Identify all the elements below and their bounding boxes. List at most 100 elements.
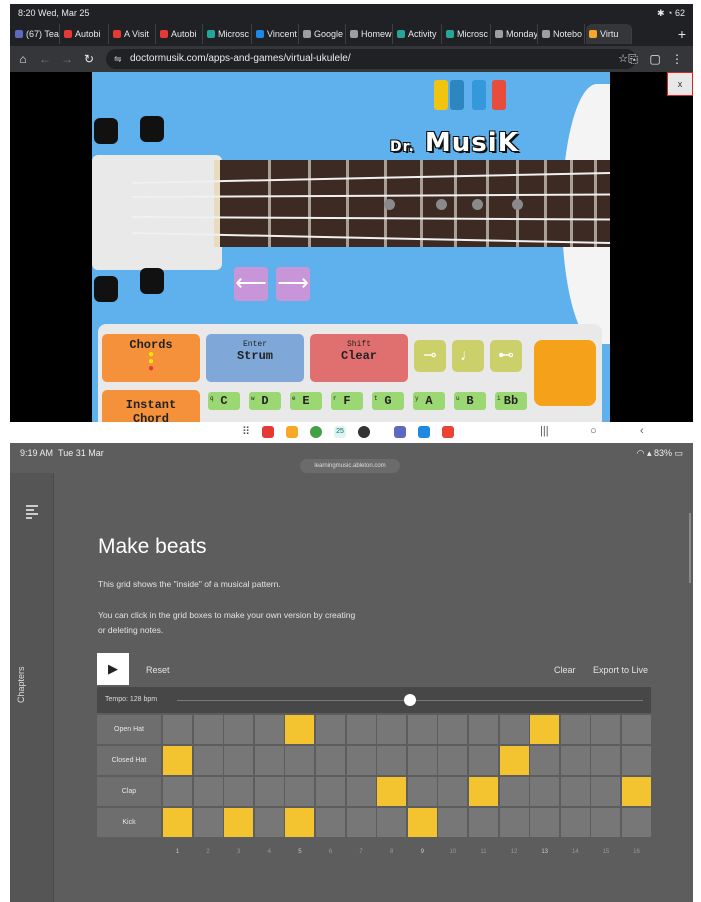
- note-key-d[interactable]: wD: [249, 392, 281, 410]
- scrollbar[interactable]: [689, 513, 691, 583]
- browser-tab[interactable]: (67) Tea: [12, 24, 60, 44]
- app-icon[interactable]: [358, 426, 370, 438]
- grid-cell[interactable]: [224, 715, 254, 744]
- instant-chord-button[interactable]: Instant Chord: [102, 390, 200, 422]
- grid-cell[interactable]: [224, 746, 254, 775]
- url-field[interactable]: ⇋ doctormusik.com/apps-and-games/virtual…: [106, 49, 636, 69]
- grid-cell[interactable]: [377, 746, 407, 775]
- grid-cell[interactable]: [499, 746, 529, 775]
- gmail-app-icon[interactable]: [442, 426, 454, 438]
- note-key-bb[interactable]: i Bb: [495, 392, 527, 410]
- grid-cell[interactable]: [193, 808, 223, 837]
- grid-cell[interactable]: [622, 777, 651, 806]
- tempo-slider-thumb[interactable]: [404, 694, 416, 706]
- grid-cell[interactable]: [285, 777, 315, 806]
- grid-cell[interactable]: [407, 746, 437, 775]
- grid-cell[interactable]: [407, 777, 437, 806]
- app-icon[interactable]: [418, 426, 430, 438]
- reload-icon[interactable]: ↻: [80, 50, 98, 68]
- back-chevron-icon[interactable]: ‹: [640, 425, 644, 437]
- grid-cell[interactable]: [193, 715, 223, 744]
- grid-cell[interactable]: [285, 808, 315, 837]
- browser-tab[interactable]: A Visit: [110, 24, 156, 44]
- grid-cell[interactable]: [469, 746, 498, 775]
- grid-cell[interactable]: [254, 746, 284, 775]
- chrome-app-icon[interactable]: [310, 426, 322, 438]
- back-icon[interactable]: ←: [36, 50, 54, 68]
- grid-cell[interactable]: [530, 746, 560, 775]
- grid-cell[interactable]: [622, 746, 651, 775]
- grid-cell[interactable]: [254, 808, 284, 837]
- grid-cell[interactable]: [438, 746, 468, 775]
- note-key-c[interactable]: qC: [208, 392, 240, 410]
- previous-arrow-button[interactable]: ⟵: [234, 267, 268, 301]
- grid-cell[interactable]: [377, 777, 407, 806]
- clear-button[interactable]: Shift Clear: [310, 334, 408, 382]
- grid-cell[interactable]: [193, 777, 223, 806]
- grid-cell[interactable]: [346, 777, 376, 806]
- browser-tab[interactable]: Autobi: [157, 24, 203, 44]
- grid-cell[interactable]: [560, 777, 590, 806]
- tuning-peg[interactable]: [140, 116, 164, 142]
- grid-cell[interactable]: [285, 746, 315, 775]
- strum-button[interactable]: Enter Strum: [206, 334, 304, 382]
- grid-cell[interactable]: [224, 777, 254, 806]
- grid-cell[interactable]: [316, 808, 345, 837]
- browser-tab[interactable]: Homew: [347, 24, 393, 44]
- grid-cell[interactable]: [407, 715, 437, 744]
- chapters-label[interactable]: Chapters: [16, 663, 26, 703]
- grid-cell[interactable]: [346, 715, 376, 744]
- grid-cell[interactable]: [469, 808, 498, 837]
- browser-tab[interactable]: Activity: [394, 24, 442, 44]
- note-key-g[interactable]: tG: [372, 392, 404, 410]
- clear-button[interactable]: Clear: [554, 665, 576, 675]
- grid-cell[interactable]: [316, 777, 345, 806]
- app-icon[interactable]: [286, 426, 298, 438]
- app-icon[interactable]: [394, 426, 406, 438]
- browser-tab[interactable]: Virtu: [586, 24, 632, 44]
- menu-kebab-icon[interactable]: ⋮: [668, 50, 686, 68]
- grid-cell[interactable]: [163, 808, 192, 837]
- grid-cell[interactable]: [438, 715, 468, 744]
- browser-tab[interactable]: Autobi: [61, 24, 109, 44]
- grid-cell[interactable]: [499, 715, 529, 744]
- tuning-peg[interactable]: [94, 276, 118, 302]
- note-key-f[interactable]: rF: [331, 392, 363, 410]
- grid-cell[interactable]: [530, 808, 560, 837]
- grid-cell[interactable]: [224, 808, 254, 837]
- grid-cell[interactable]: [469, 715, 498, 744]
- url-pill[interactable]: learningmusic.ableton.com: [300, 459, 400, 473]
- grid-cell[interactable]: [316, 715, 345, 744]
- ukulele-flip-icon-button[interactable]: ⊷: [490, 340, 522, 372]
- next-arrow-button[interactable]: ⟶: [276, 267, 310, 301]
- note-key-a[interactable]: yA: [413, 392, 445, 410]
- recents-icon[interactable]: |||: [540, 425, 549, 437]
- tuning-peg[interactable]: [140, 268, 164, 294]
- grid-cell[interactable]: [530, 777, 560, 806]
- grid-cell[interactable]: [591, 777, 621, 806]
- grid-cell[interactable]: [560, 808, 590, 837]
- grid-cell[interactable]: [346, 746, 376, 775]
- grid-cell[interactable]: [163, 746, 192, 775]
- app-icon[interactable]: [262, 426, 274, 438]
- grid-cell[interactable]: [285, 715, 315, 744]
- browser-tab[interactable]: Microsc: [204, 24, 252, 44]
- grid-cell[interactable]: [163, 777, 192, 806]
- grid-cell[interactable]: [254, 777, 284, 806]
- reset-button[interactable]: Reset: [146, 665, 170, 675]
- ukulele-front-icon-button[interactable]: ♩: [452, 340, 484, 372]
- note-key-e[interactable]: eE: [290, 392, 322, 410]
- grid-cell[interactable]: [560, 746, 590, 775]
- grid-cell[interactable]: [163, 715, 192, 744]
- browser-tab[interactable]: Microsc: [443, 24, 491, 44]
- export-to-live-button[interactable]: Export to Live: [593, 665, 648, 675]
- grid-cell[interactable]: [346, 808, 376, 837]
- home-circle-icon[interactable]: ○: [590, 425, 597, 437]
- grid-cell[interactable]: [316, 746, 345, 775]
- grid-cell[interactable]: [254, 715, 284, 744]
- calendar-app-icon[interactable]: 25: [334, 426, 346, 438]
- forward-icon[interactable]: →: [58, 50, 76, 68]
- close-overlay-button[interactable]: x: [667, 72, 693, 96]
- grid-cell[interactable]: [622, 715, 651, 744]
- browser-tab[interactable]: Vincent: [253, 24, 299, 44]
